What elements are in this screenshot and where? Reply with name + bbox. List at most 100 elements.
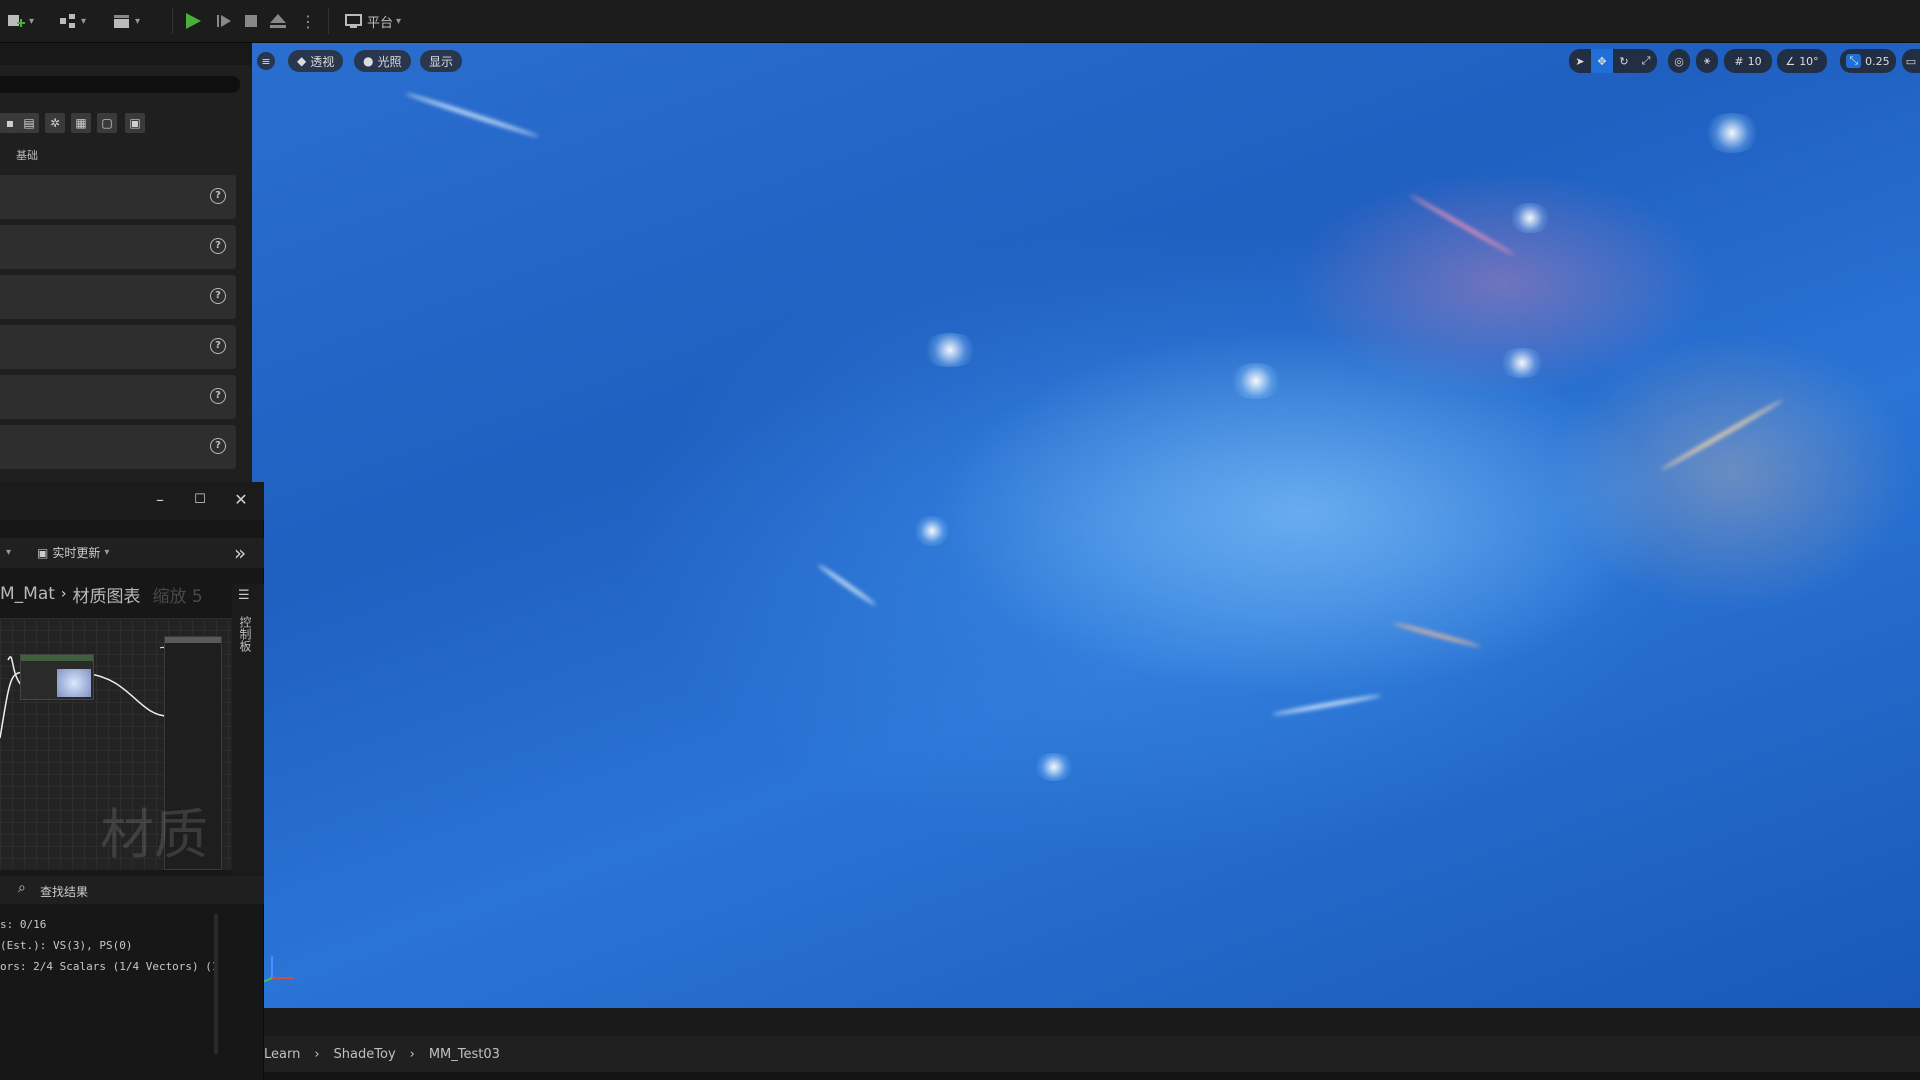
viewport-menu-button[interactable]: ≡ [257, 52, 275, 70]
details-search-input[interactable] [0, 76, 240, 93]
help-icon[interactable]: ? [210, 288, 226, 304]
property-row[interactable]: ? [0, 225, 236, 269]
rotation-snap-value: 10° [1799, 54, 1819, 68]
close-button[interactable]: ✕ [229, 490, 253, 509]
cube-icon: ◆ [297, 54, 307, 68]
rotate-icon: ↻ [1619, 54, 1629, 68]
chevron-right-icon: › [314, 1046, 320, 1062]
grid-icon: # [1734, 54, 1744, 68]
bottom-edge [264, 1072, 1920, 1080]
nebula-streak [1660, 398, 1784, 472]
nebula-streak [404, 91, 540, 139]
move-icon: ✥ [1597, 54, 1607, 68]
play-icon [186, 13, 201, 29]
eject-icon [270, 14, 286, 28]
custom-node[interactable] [20, 654, 94, 700]
nebula-glow [920, 333, 980, 367]
coordinate-system-button[interactable]: ◎ [1668, 49, 1690, 73]
breadcrumb-graph[interactable]: 材质图表 [73, 582, 141, 607]
scale-mode-button[interactable]: ⤢ [1635, 49, 1657, 73]
rotation-snap-button[interactable]: ∠ 10° [1777, 49, 1827, 73]
palette-tab[interactable]: 控制板 [237, 616, 254, 652]
path-item-shadetoy[interactable]: ShadeToy [334, 1047, 396, 1062]
category-basic-label[interactable]: 基础 [16, 147, 38, 163]
rotate-mode-button[interactable]: ↻ [1613, 49, 1635, 73]
node-preview [57, 669, 91, 697]
property-row[interactable]: ? [0, 175, 236, 219]
find-results-label: 查找结果 [40, 885, 89, 899]
help-icon[interactable]: ? [210, 438, 226, 454]
grid-snap-button[interactable]: # 10 [1724, 49, 1772, 73]
help-icon[interactable]: ? [210, 188, 226, 204]
play-button[interactable] [182, 6, 204, 36]
axis-gizmo [262, 956, 294, 983]
maximize-button[interactable]: ☐ [188, 492, 212, 507]
help-icon[interactable]: ? [210, 338, 226, 354]
lighting-label: 光照 [377, 54, 402, 69]
stats-line: (Est.): VS(3), PS(0) [0, 939, 133, 952]
nebula-glow [1507, 203, 1553, 233]
path-item-learn[interactable]: Learn [264, 1047, 300, 1062]
lighting-mode-button[interactable]: ● 光照 [354, 50, 411, 72]
help-icon[interactable]: ? [210, 238, 226, 254]
property-row[interactable]: ? [0, 325, 236, 369]
stats-scrollbar[interactable] [214, 914, 218, 1054]
chevron-right-icon: › [409, 1046, 415, 1062]
property-row[interactable]: ? [0, 425, 236, 469]
window-titlebar: – ☐ ✕ [0, 482, 264, 520]
add-actor-button[interactable]: ▾ [6, 6, 34, 36]
scale-snap-value: 0.25 [1865, 54, 1890, 68]
surface-snap-button[interactable]: ⚹ [1696, 49, 1718, 73]
level-viewport[interactable]: ≡ ◆ 透视 ● 光照 显示 ➤ ✥ ↻ ⤢ ◎ ⚹ # 10 ∠ 10° ⤡ … [252, 43, 1920, 1008]
graph-breadcrumb: M_Mat › 材质图表 缩放 5 [0, 582, 203, 607]
show-button[interactable]: 显示 [420, 50, 463, 72]
zoom-level: 缩放 5 [152, 586, 203, 607]
select-mode-button[interactable]: ➤ [1569, 49, 1591, 73]
camera-speed-button[interactable]: ▭ [1902, 49, 1920, 73]
physics-icon[interactable]: ✲ [45, 113, 65, 133]
help-icon[interactable]: ? [210, 388, 226, 404]
scale-icon: ⤢ [1641, 54, 1651, 67]
step-button[interactable] [214, 6, 234, 36]
breadcrumb-asset[interactable]: M_Mat [0, 584, 55, 604]
collision-icon[interactable]: ▦ [71, 113, 91, 133]
cinematics-button[interactable]: ▾ [112, 6, 140, 36]
path-item-mm-test03[interactable]: MM_Test03 [429, 1047, 500, 1062]
filter-icon[interactable]: ▪ [0, 113, 20, 133]
live-update-label: 实时更新 [52, 546, 101, 560]
graph-watermark: 材质 [100, 803, 208, 866]
sphere-icon: ● [363, 54, 374, 68]
details-panel: ▪ ▤ ✲ ▦ ▢ ▣ 基础 ? ? ? ? ? ? [0, 43, 252, 483]
node-header [165, 637, 221, 643]
property-row[interactable]: ? [0, 375, 236, 419]
main-toolbar: ▾ ▾ ▾ ⋮ 平台 ▾ [0, 0, 1920, 43]
scale-snap-button[interactable]: ⤡ 0.25 [1840, 49, 1896, 73]
stop-button[interactable] [242, 6, 260, 36]
all-icon[interactable]: ▣ [125, 113, 145, 133]
list-icon[interactable]: ☰ [238, 588, 250, 603]
find-results-tab[interactable]: ⌕ 查找结果 [0, 876, 264, 904]
material-graph-canvas[interactable]: 材质 [0, 618, 232, 870]
rendering-icon[interactable]: ▢ [97, 113, 117, 133]
toolbar-divider [328, 8, 329, 34]
eject-button[interactable] [268, 6, 288, 36]
translate-mode-button[interactable]: ✥ [1591, 49, 1613, 73]
camera-icon: ▭ [1905, 54, 1917, 68]
perspective-button[interactable]: ◆ 透视 [288, 50, 344, 72]
blueprint-button[interactable]: ▾ [58, 6, 86, 36]
property-row[interactable]: ? [0, 275, 236, 319]
expand-toolbar-icon[interactable]: » [234, 541, 246, 565]
chevron-down-icon: ▾ [135, 15, 141, 27]
nebula-streak [1393, 621, 1481, 649]
chevron-down-icon: ▾ [104, 547, 110, 558]
chevron-down-icon[interactable]: ▾ [6, 547, 11, 558]
actor-icon[interactable]: ▤ [19, 113, 39, 133]
live-update-button[interactable]: ▣ 实时更新 ▾ [37, 544, 109, 561]
platforms-button[interactable]: 平台 ▾ [344, 6, 401, 36]
material-toolbar: ▾ ▣ 实时更新 ▾ » [0, 538, 264, 568]
nebula-streak [817, 563, 877, 607]
content-path-bar: Learn › ShadeToy › MM_Test03 [264, 1036, 1920, 1072]
step-forward-icon [217, 15, 231, 27]
minimize-button[interactable]: – [148, 490, 172, 509]
play-options-button[interactable]: ⋮ [300, 6, 316, 36]
